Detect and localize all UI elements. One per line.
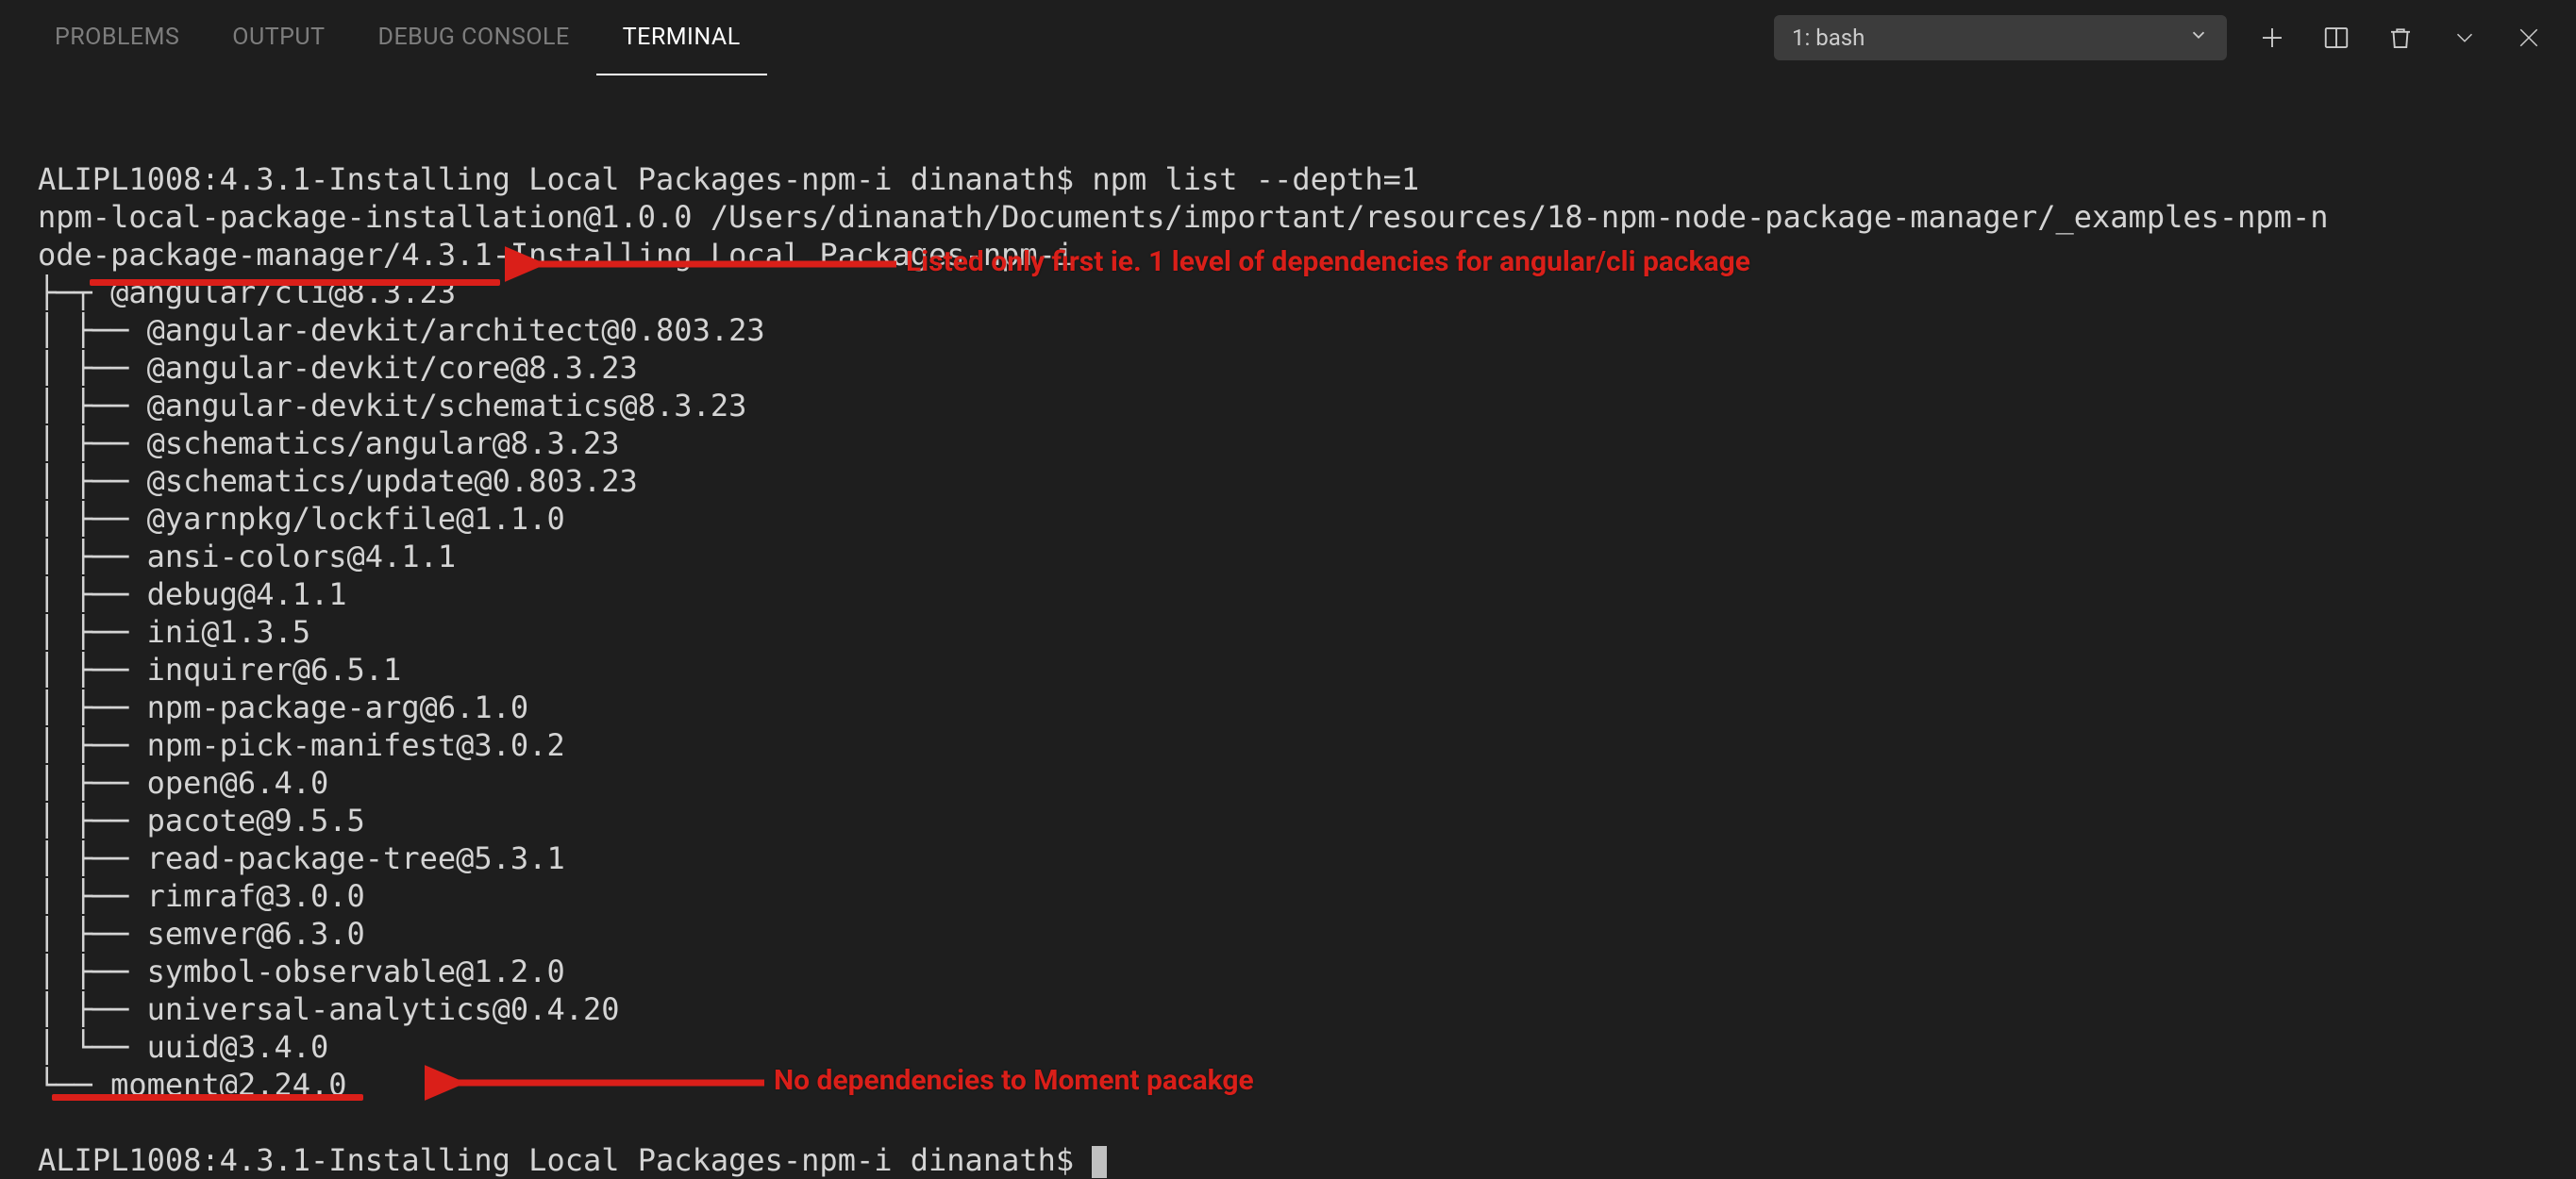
split-terminal-button[interactable] <box>2317 19 2355 57</box>
terminal-dep-lines: │ ├── @angular-devkit/architect@0.803.23… <box>38 312 765 1065</box>
maximize-panel-button[interactable] <box>2446 19 2484 57</box>
terminal-line: ode-package-manager/4.3.1-Installing Loc… <box>38 237 1074 273</box>
panel-tabs: PROBLEMS OUTPUT DEBUG CONSOLE TERMINAL 1… <box>0 0 2576 75</box>
terminal-selector[interactable]: 1: bash <box>1774 15 2227 60</box>
terminal-selector-label: 1: bash <box>1792 25 1865 51</box>
terminal-line: ALIPL1008:4.3.1-Installing Local Package… <box>38 161 1419 197</box>
terminal-prompt: ALIPL1008:4.3.1-Installing Local Package… <box>38 1142 1092 1178</box>
chevron-down-icon <box>2188 25 2209 51</box>
terminal-line: npm-local-package-installation@1.0.0 /Us… <box>38 199 2328 235</box>
tab-problems[interactable]: PROBLEMS <box>28 0 206 75</box>
close-panel-button[interactable] <box>2510 19 2548 57</box>
tab-terminal[interactable]: TERMINAL <box>596 0 767 75</box>
tabs-left: PROBLEMS OUTPUT DEBUG CONSOLE TERMINAL <box>28 0 767 75</box>
cursor-icon <box>1092 1146 1107 1178</box>
new-terminal-button[interactable] <box>2253 19 2291 57</box>
tabs-right-actions: 1: bash <box>1774 15 2548 60</box>
terminal-output[interactable]: ALIPL1008:4.3.1-Installing Local Package… <box>0 75 2576 1179</box>
tab-output[interactable]: OUTPUT <box>206 0 351 75</box>
kill-terminal-button[interactable] <box>2382 19 2419 57</box>
terminal-line: └── moment@2.24.0 <box>38 1067 347 1103</box>
tab-debug-console[interactable]: DEBUG CONSOLE <box>352 0 596 75</box>
terminal-line: ├─┬ @angular/cli@8.3.23 <box>38 274 456 310</box>
